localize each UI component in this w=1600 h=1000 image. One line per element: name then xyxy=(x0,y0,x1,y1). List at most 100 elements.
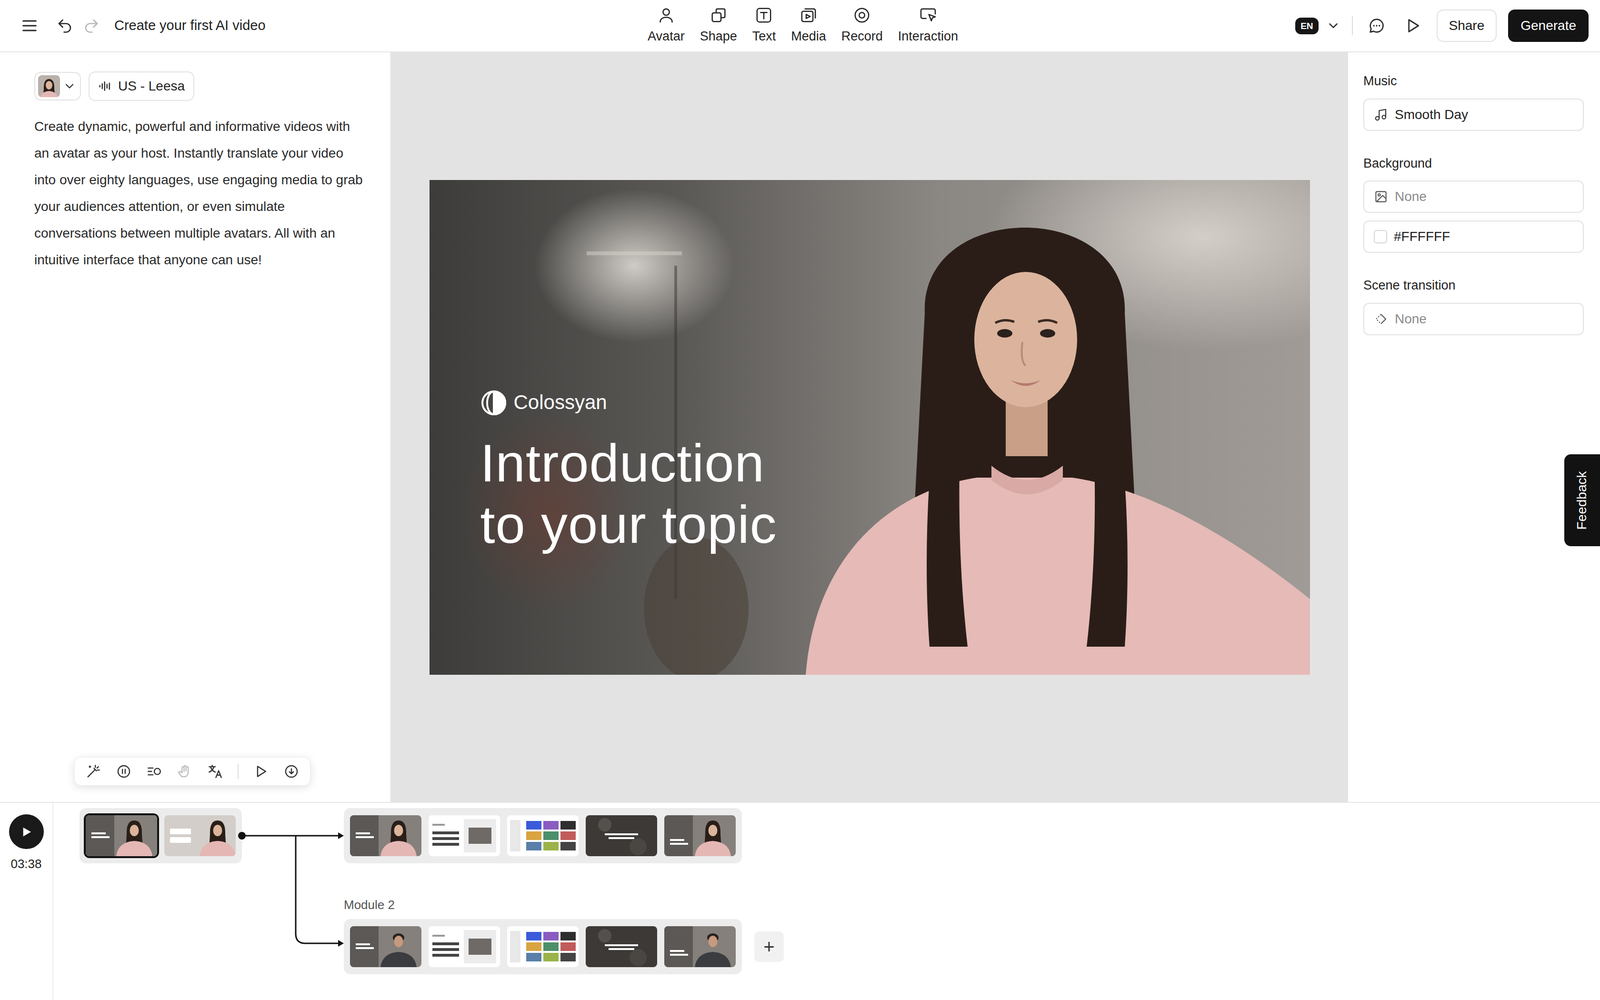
scene-group xyxy=(343,919,742,975)
color-swatch[interactable] xyxy=(1373,230,1388,244)
branch-row: + xyxy=(343,919,784,975)
language-badge: EN xyxy=(1295,17,1319,35)
scene-thumbnail[interactable] xyxy=(585,926,658,968)
menu-icon xyxy=(20,16,40,36)
play-icon xyxy=(19,824,34,840)
scene-preview[interactable]: Colossyan Introduction to your topic xyxy=(429,180,1310,675)
record-tool[interactable]: Record xyxy=(834,1,890,50)
slide-logo[interactable]: Colossyan xyxy=(480,389,778,417)
script-panel: US - Leesa Create dynamic, powerful and … xyxy=(0,52,391,802)
scene-preview-image xyxy=(85,815,158,857)
scene-thumbnail[interactable] xyxy=(350,926,422,968)
timeline: 03:38 Module 2+ xyxy=(0,801,1600,1000)
scene-preview-image xyxy=(428,815,500,857)
ai-assist-button[interactable] xyxy=(85,763,102,780)
slide-title[interactable]: Introduction to your topic xyxy=(480,432,778,556)
scene-preview-image xyxy=(585,815,658,857)
play-script-button[interactable] xyxy=(252,763,270,780)
scene-group xyxy=(343,808,742,864)
redo-button[interactable] xyxy=(80,14,103,38)
menu-button[interactable] xyxy=(17,13,42,39)
add-scene-button[interactable]: + xyxy=(754,931,784,962)
scene-thumbnail[interactable] xyxy=(85,815,158,857)
gesture-button[interactable] xyxy=(176,763,193,780)
undo-button[interactable] xyxy=(53,14,77,38)
scene-thumbnail[interactable] xyxy=(507,815,579,857)
chevron-down-icon xyxy=(1326,18,1341,33)
redo-icon xyxy=(82,17,100,35)
branch-connector xyxy=(236,808,344,974)
avatar-tool[interactable]: Avatar xyxy=(640,1,692,50)
media-tool[interactable]: Media xyxy=(784,1,833,50)
slide-text[interactable]: Colossyan Introduction to your topic xyxy=(480,389,778,556)
scene-preview-image xyxy=(585,926,658,968)
cursor-click-icon xyxy=(918,5,938,25)
comments-button[interactable] xyxy=(1364,13,1390,39)
transition-field[interactable]: None xyxy=(1363,302,1584,336)
share-button[interactable]: Share xyxy=(1436,9,1498,42)
sound-wave-icon xyxy=(98,79,113,94)
avatar-portrait-icon xyxy=(38,75,60,98)
branch-column: Module 2 + xyxy=(343,808,784,975)
interaction-tool[interactable]: Interaction xyxy=(891,1,965,50)
music-section: Music Smooth Day xyxy=(1363,71,1584,131)
scene-thumbnail[interactable] xyxy=(664,815,736,857)
module-label[interactable]: Module 2 xyxy=(343,895,784,915)
scene-thumbnail[interactable] xyxy=(664,926,736,968)
insert-toolbar: Avatar Shape Text Media Record Interacti… xyxy=(640,1,965,50)
scene-preview-image xyxy=(350,926,422,968)
background-color-field[interactable]: #FFFFFF xyxy=(1363,220,1584,253)
scene-thumbnail[interactable] xyxy=(350,815,422,857)
scene-preview-image xyxy=(664,815,736,857)
divider xyxy=(1351,16,1353,36)
translate-button[interactable] xyxy=(207,763,224,780)
transition-icon xyxy=(1373,311,1389,327)
chevron-down-icon xyxy=(62,79,77,93)
avatar-selector[interactable] xyxy=(34,71,81,101)
background-section: Background None #FFFFFF xyxy=(1363,153,1584,254)
language-selector[interactable]: EN xyxy=(1295,17,1340,35)
gesture-icon xyxy=(176,763,193,780)
text-tool[interactable]: Text xyxy=(745,1,783,50)
play-icon xyxy=(1403,16,1423,36)
top-bar: Create your first AI video Avatar Shape … xyxy=(0,0,1600,53)
record-icon xyxy=(852,5,872,25)
download-icon xyxy=(283,763,300,780)
music-field[interactable]: Smooth Day xyxy=(1363,98,1584,131)
scene-preview-image xyxy=(507,926,579,968)
generate-button[interactable]: Generate xyxy=(1508,9,1589,42)
scene-thumbnail[interactable] xyxy=(428,926,500,968)
music-note-icon xyxy=(1373,107,1389,122)
feedback-tab[interactable]: Feedback xyxy=(1564,454,1600,547)
scene-preview-image xyxy=(664,926,736,968)
play-icon xyxy=(252,763,270,780)
undo-icon xyxy=(56,17,74,35)
download-audio-button[interactable] xyxy=(283,763,300,780)
properties-panel: Music Smooth Day Background None #FFFFFF xyxy=(1348,52,1600,802)
voice-selector[interactable]: US - Leesa xyxy=(88,71,195,101)
brand-logo-icon xyxy=(480,389,508,417)
media-icon xyxy=(799,5,819,25)
translate-icon xyxy=(207,763,224,780)
script-text[interactable]: Create dynamic, powerful and informative… xyxy=(34,113,367,274)
background-image-field[interactable]: None xyxy=(1363,180,1584,213)
script-toolbar xyxy=(74,757,311,786)
pronunciation-button[interactable] xyxy=(146,763,163,780)
pause-button[interactable] xyxy=(115,763,132,780)
shape-tool[interactable]: Shape xyxy=(693,1,744,50)
scene-thumbnail[interactable] xyxy=(507,926,579,968)
scene-thumbnail[interactable] xyxy=(585,815,658,857)
text-box-icon xyxy=(754,5,774,25)
branch-row xyxy=(343,808,784,864)
preview-button[interactable] xyxy=(1400,13,1426,39)
scene-preview-image xyxy=(350,815,422,857)
divider xyxy=(237,763,239,780)
scene-preview-image xyxy=(164,815,236,857)
document-title[interactable]: Create your first AI video xyxy=(114,15,266,37)
scene-group xyxy=(79,808,242,864)
timeline-play-button[interactable] xyxy=(9,814,44,850)
scene-thumbnail[interactable] xyxy=(164,815,236,857)
image-icon xyxy=(1373,189,1389,204)
shapes-icon xyxy=(709,5,729,25)
scene-thumbnail[interactable] xyxy=(428,815,500,857)
